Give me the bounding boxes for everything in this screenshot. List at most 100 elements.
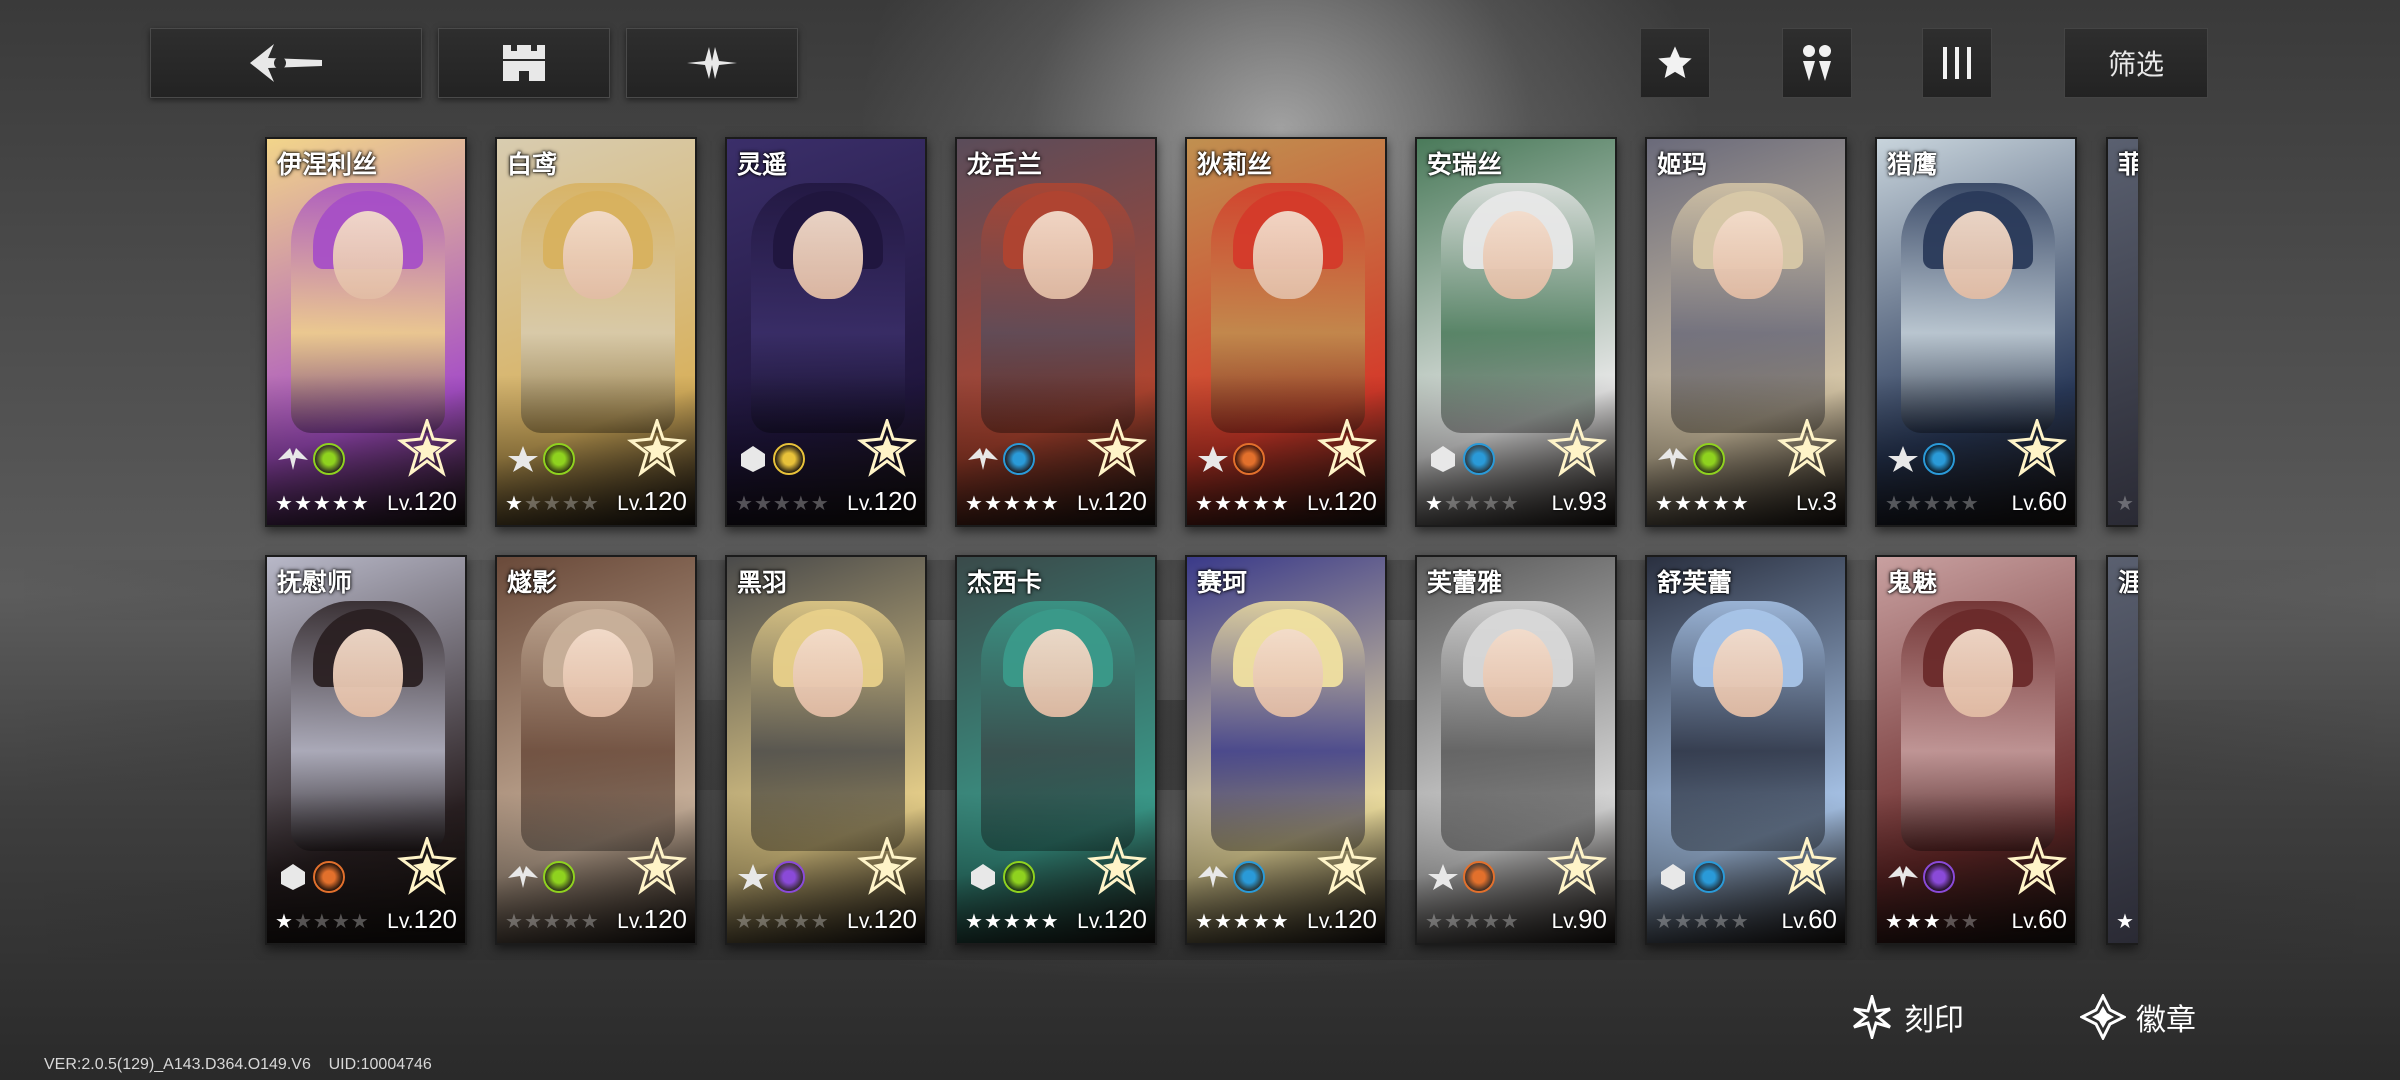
- character-card[interactable]: 猎鹰 ★★★★★ Lv.60: [1875, 137, 2077, 527]
- character-card[interactable]: 抚慰师 ★★★★★ Lv.120: [265, 555, 467, 945]
- star-empty-icon: ★: [580, 909, 600, 933]
- sort-button[interactable]: [1922, 28, 1992, 98]
- star-empty-icon: ★: [331, 909, 351, 933]
- rank-icon: [1547, 834, 1607, 897]
- star-empty-icon: ★: [1885, 491, 1904, 515]
- star-rating: ★: [2116, 909, 2135, 933]
- character-card[interactable]: 灵遥 ★★★★★ Lv.120: [725, 137, 927, 527]
- emblem-icon: [2080, 994, 2126, 1040]
- class-icon: [1425, 441, 1461, 477]
- level-value: 120: [873, 904, 917, 934]
- team-icon: [1803, 45, 1831, 81]
- class-icon: [275, 859, 311, 895]
- star-filled-icon: ★: [1002, 491, 1022, 515]
- star-rating: ★★★★★: [1425, 909, 1520, 933]
- character-card[interactable]: 芙蕾雅 ★★★★★ Lv.90: [1415, 555, 1617, 945]
- element-icon: [1693, 443, 1725, 475]
- character-name: 舒芙蕾: [1657, 569, 1733, 597]
- character-level: Lv.3: [1796, 486, 1837, 517]
- star-filled-icon: ★: [1040, 909, 1060, 933]
- element-icon: [313, 861, 345, 893]
- character-face: [563, 629, 633, 717]
- engrave-button[interactable]: 刻印: [1850, 990, 1964, 1044]
- rank-icon: [1777, 416, 1837, 479]
- team-button[interactable]: [1782, 28, 1852, 98]
- level-prefix: Lv.: [847, 910, 874, 933]
- star-empty-icon: ★: [561, 491, 581, 515]
- effects-button[interactable]: [626, 28, 798, 98]
- level-prefix: Lv.: [1307, 492, 1334, 515]
- character-card[interactable]: 伊涅利丝 ★★★★★ Lv.120: [265, 137, 467, 527]
- star-filled-icon: ★: [312, 491, 332, 515]
- character-level: Lv.120: [617, 904, 687, 935]
- character-card[interactable]: 龙舌兰 ★★★★★ Lv.120: [955, 137, 1157, 527]
- rank-icon: [857, 416, 917, 479]
- star-empty-icon: ★: [1443, 909, 1463, 933]
- star-filled-icon: ★: [1213, 909, 1233, 933]
- character-card[interactable]: 燧影 ★★★★★ Lv.120: [495, 555, 697, 945]
- class-icon: [1655, 441, 1691, 477]
- star-rating: ★★★★★: [505, 491, 600, 515]
- character-face: [1253, 211, 1323, 299]
- star-rating: ★★★★★: [1885, 909, 1980, 933]
- star-empty-icon: ★: [735, 909, 754, 933]
- star-filled-icon: ★: [293, 491, 313, 515]
- star-filled-icon: ★: [965, 909, 984, 933]
- star-empty-icon: ★: [1941, 909, 1961, 933]
- character-level: Lv.120: [1307, 904, 1377, 935]
- filter-button[interactable]: 筛选: [2064, 28, 2208, 98]
- base-button[interactable]: [438, 28, 610, 98]
- level-prefix: Lv.: [1796, 492, 1823, 515]
- star-empty-icon: ★: [312, 909, 332, 933]
- star-rating: ★★★★★: [965, 909, 1060, 933]
- character-card[interactable]: 白鸢 ★★★★★ Lv.120: [495, 137, 697, 527]
- character-card[interactable]: 黑羽 ★★★★★ Lv.120: [725, 555, 927, 945]
- star-filled-icon: ★: [1425, 491, 1444, 515]
- emblem-button[interactable]: 徽章: [2080, 990, 2196, 1044]
- character-name: 涯: [2118, 563, 2138, 599]
- character-face: [1483, 629, 1553, 717]
- character-level: Lv.60: [1782, 904, 1837, 935]
- character-card[interactable]: 鬼魅 ★★★★★ Lv.60: [1875, 555, 2077, 945]
- level-value: 120: [1333, 486, 1377, 516]
- favorite-button[interactable]: [1640, 28, 1710, 98]
- character-card[interactable]: 狄莉丝 ★★★★★ Lv.120: [1185, 137, 1387, 527]
- character-name: 抚慰师: [277, 569, 353, 597]
- engrave-icon: [1853, 995, 1891, 1039]
- class-icon: [965, 441, 1001, 477]
- star-empty-icon: ★: [1462, 909, 1482, 933]
- character-card[interactable]: 舒芙蕾 ★★★★★ Lv.60: [1645, 555, 1847, 945]
- level-value: 60: [2038, 904, 2067, 934]
- character-card[interactable]: 姬玛 ★★★★★ Lv.3: [1645, 137, 1847, 527]
- level-prefix: Lv.: [617, 910, 644, 933]
- star-rating: ★★★★★: [1425, 491, 1520, 515]
- character-level: Lv.120: [847, 486, 917, 517]
- star-rating: ★★★★★: [1195, 909, 1290, 933]
- star-empty-icon: ★: [772, 909, 792, 933]
- character-card-partial[interactable]: 涯★: [2106, 555, 2138, 945]
- character-card-partial[interactable]: 菲★: [2106, 137, 2138, 527]
- back-button[interactable]: [150, 28, 422, 98]
- star-empty-icon: ★: [1960, 909, 1980, 933]
- column-bars-icon: [1943, 47, 1971, 79]
- star-filled-icon: ★: [1922, 909, 1942, 933]
- star-empty-icon: ★: [1730, 909, 1750, 933]
- rank-icon: [1087, 834, 1147, 897]
- star-filled-icon: ★: [1692, 491, 1712, 515]
- star-filled-icon: ★: [965, 491, 984, 515]
- character-card[interactable]: 赛珂 ★★★★★ Lv.120: [1185, 555, 1387, 945]
- character-card[interactable]: 安瑞丝 ★★★★★ Lv.93: [1415, 137, 1617, 527]
- level-prefix: Lv.: [847, 492, 874, 515]
- level-value: 60: [2038, 486, 2067, 516]
- element-icon: [773, 861, 805, 893]
- character-face: [793, 629, 863, 717]
- star-empty-icon: ★: [772, 491, 792, 515]
- castle-icon: [503, 45, 545, 81]
- star-filled-icon: ★: [1021, 491, 1041, 515]
- character-name: 狄莉丝: [1197, 151, 1273, 179]
- filter-label: 筛选: [2107, 49, 2164, 80]
- character-level: Lv.60: [2012, 486, 2067, 517]
- element-icon: [313, 443, 345, 475]
- level-prefix: Lv.: [617, 492, 644, 515]
- character-card[interactable]: 杰西卡 ★★★★★ Lv.120: [955, 555, 1157, 945]
